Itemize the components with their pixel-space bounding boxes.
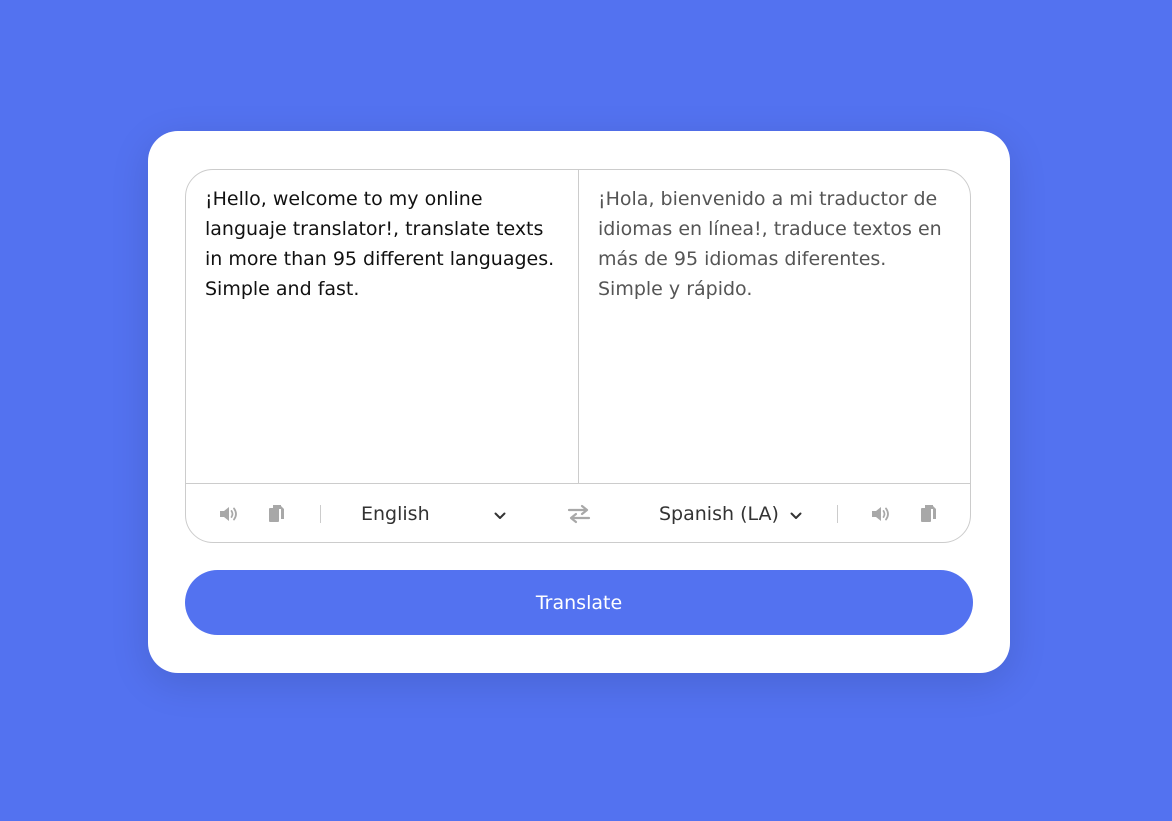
chevron-down-icon — [493, 506, 507, 528]
translation-panel: ¡Hello, welcome to my online languaje tr… — [185, 169, 971, 543]
from-divider — [320, 505, 321, 523]
translator-card: ¡Hello, welcome to my online languaje tr… — [148, 131, 1010, 673]
to-copy-icon[interactable] — [916, 501, 942, 527]
to-language-label: Spanish (LA) — [659, 503, 779, 525]
from-language-select[interactable]: English — [361, 498, 511, 530]
from-text-input[interactable]: ¡Hello, welcome to my online languaje tr… — [186, 170, 579, 483]
to-text-output[interactable]: ¡Hola, bienvenido a mi traductor de idio… — [579, 170, 970, 483]
to-volume-icon[interactable] — [868, 501, 894, 527]
exchange-icon[interactable] — [566, 502, 592, 526]
to-divider — [837, 505, 838, 523]
from-copy-icon[interactable] — [264, 501, 290, 527]
translate-button[interactable]: Translate — [185, 570, 973, 635]
from-volume-icon[interactable] — [216, 501, 242, 527]
from-language-label: English — [361, 503, 430, 525]
to-language-select[interactable]: Spanish (LA) — [659, 498, 809, 530]
controls-row: English Spanish (LA) — [186, 483, 970, 542]
chevron-down-icon — [789, 506, 803, 528]
